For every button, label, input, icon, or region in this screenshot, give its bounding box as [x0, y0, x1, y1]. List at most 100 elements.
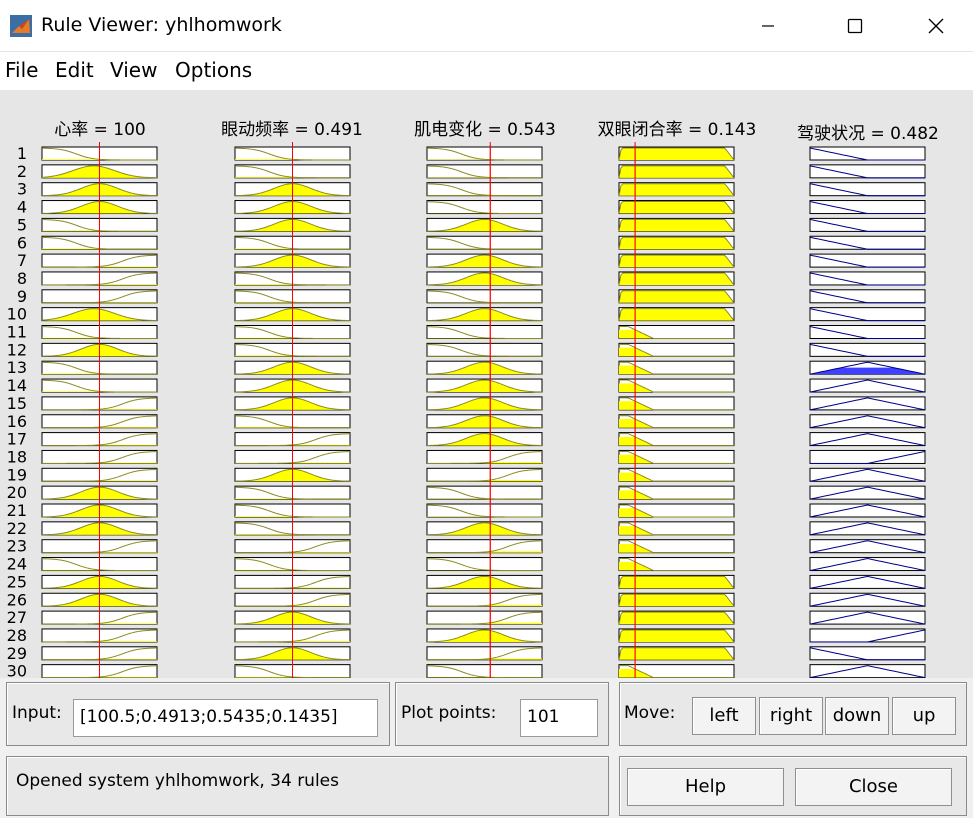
mf-fill — [619, 308, 734, 321]
rule-cell — [809, 521, 926, 536]
matlab-app-icon — [10, 15, 32, 37]
rule-number: 28 — [7, 626, 27, 645]
rule-number: 9 — [17, 287, 27, 306]
window-title: Rule Viewer: yhlhomwork — [41, 14, 282, 36]
rule-number: 16 — [7, 412, 27, 431]
mf-fill — [619, 165, 734, 178]
input-panel: Input: [100.5;0.4913;0.5435;0.1435] — [6, 682, 390, 746]
rule-cell — [809, 503, 926, 518]
menu-options[interactable]: Options — [175, 58, 252, 82]
rule-cell — [809, 467, 926, 482]
rule-number: 21 — [7, 501, 27, 520]
move-down-button[interactable]: down — [825, 697, 889, 735]
mf-fill — [619, 576, 734, 589]
rule-number: 20 — [7, 483, 27, 502]
close-icon — [928, 18, 944, 34]
close-button[interactable]: Close — [795, 768, 952, 806]
rule-cell — [809, 610, 926, 625]
rule-cell — [809, 307, 926, 322]
rule-number: 13 — [7, 358, 27, 377]
rule-plot-area: 心率 = 100 眼动频率 = 0.491 肌电变化 = 0.543 双眼闭合率 = … — [0, 90, 973, 678]
rule-number: 1 — [17, 144, 27, 163]
rule-cell — [809, 485, 926, 500]
rule-cell — [809, 164, 926, 179]
minimize-button[interactable] — [739, 0, 797, 52]
rule-cell — [809, 271, 926, 286]
mf-fill — [619, 647, 734, 660]
input-title-4: 双眼闭合率 = 0.143 — [598, 120, 757, 140]
mf-fill — [619, 148, 734, 160]
help-close-panel: Help Close — [619, 756, 967, 816]
rule-number: 5 — [17, 215, 27, 234]
rule-number: 24 — [7, 555, 27, 574]
rule-cell — [809, 628, 926, 643]
rule-cell — [809, 646, 926, 661]
input-title-3: 肌电变化 = 0.543 — [414, 120, 556, 140]
rule-number: 17 — [7, 430, 27, 449]
rule-cell — [809, 432, 926, 447]
mf-fill — [619, 201, 734, 214]
rule-cell — [809, 253, 926, 268]
move-up-button[interactable]: up — [892, 697, 956, 735]
rule-cell — [809, 217, 926, 232]
plot-points-panel: Plot points: 101 — [395, 682, 609, 746]
rule-number: 15 — [7, 394, 27, 413]
rule-cell — [809, 289, 926, 304]
input-title-2: 眼动频率 = 0.491 — [221, 120, 363, 140]
move-panel: Move: left right down up — [619, 682, 967, 746]
rule-number: 27 — [7, 608, 27, 627]
rule-number: 14 — [7, 376, 27, 395]
rule-cell — [809, 182, 926, 197]
help-button[interactable]: Help — [627, 768, 784, 806]
rule-number: 6 — [17, 233, 27, 252]
rule-cell — [809, 235, 926, 250]
rule-cell — [809, 378, 926, 393]
title-bar: Rule Viewer: yhlhomwork — [0, 0, 973, 52]
close-window-button[interactable] — [907, 0, 965, 52]
mf-fill — [619, 594, 734, 607]
status-text: Opened system yhlhomwork, 34 rules — [16, 771, 339, 791]
rule-plots[interactable]: 心率 = 100 眼动频率 = 0.491 肌电变化 = 0.543 双眼闭合率 = … — [0, 90, 973, 678]
menu-file[interactable]: File — [5, 58, 38, 82]
rule-cell — [809, 396, 926, 411]
mf-fill — [619, 183, 734, 196]
menu-bar: File Edit View Options — [0, 52, 973, 90]
rule-cell — [809, 557, 926, 572]
maximize-button[interactable] — [826, 0, 884, 52]
move-left-button[interactable]: left — [692, 697, 756, 735]
rule-cell — [809, 449, 926, 464]
plot-points-field[interactable]: 101 — [520, 699, 598, 737]
rule-number: 3 — [17, 180, 27, 199]
rule-cell — [809, 664, 926, 678]
output-title: 驾驶状况 = 0.482 — [797, 124, 939, 144]
mf-fill — [619, 219, 734, 232]
menu-view[interactable]: View — [110, 58, 157, 82]
rule-number: 2 — [17, 162, 27, 181]
rule-cell — [809, 414, 926, 429]
maximize-icon — [847, 18, 863, 34]
status-panel: Opened system yhlhomwork, 34 rules — [6, 756, 609, 816]
move-right-button[interactable]: right — [759, 697, 823, 735]
rule-cell — [809, 574, 926, 589]
rule-number: 4 — [17, 198, 27, 217]
mf-fill — [619, 272, 734, 285]
rule-number: 25 — [7, 572, 27, 591]
rule-cell — [809, 539, 926, 554]
mf-fill — [619, 612, 734, 625]
rule-number: 19 — [7, 465, 27, 484]
rule-cell — [809, 200, 926, 215]
rule-cell — [809, 592, 926, 607]
mf-fill — [619, 290, 734, 303]
rule-cell — [809, 342, 926, 357]
rule-number: 26 — [7, 590, 27, 609]
input-vector-field[interactable]: [100.5;0.4913;0.5435;0.1435] — [73, 699, 378, 737]
mf-fill — [619, 237, 734, 250]
minimize-icon — [762, 25, 774, 27]
rule-cell — [809, 325, 926, 339]
rule-number: 12 — [7, 340, 27, 359]
mf-fill — [619, 255, 734, 268]
rule-number: 29 — [7, 644, 27, 663]
input-label: Input: — [12, 703, 62, 723]
menu-edit[interactable]: Edit — [55, 58, 94, 82]
rule-number: 23 — [7, 537, 27, 556]
